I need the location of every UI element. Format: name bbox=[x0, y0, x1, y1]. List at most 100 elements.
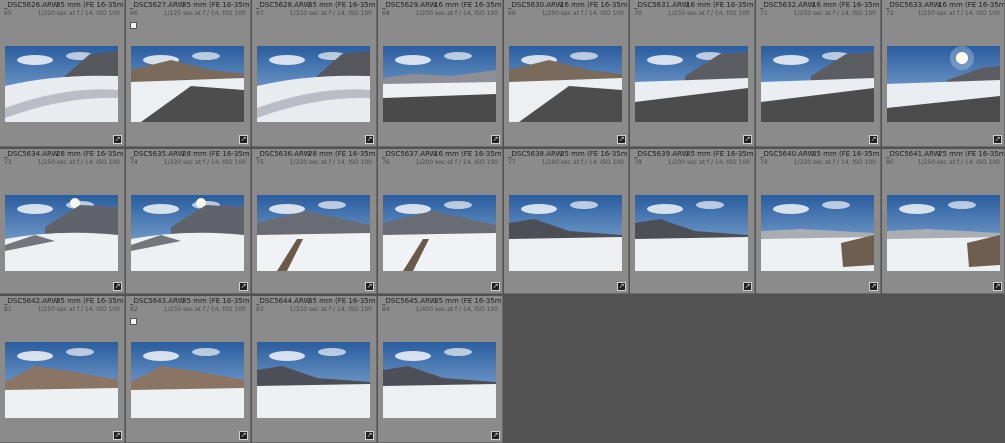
lens-label: 35 mm (FE 16-35mm... bbox=[308, 1, 376, 9]
flag-icon[interactable] bbox=[130, 318, 137, 325]
filename-label: _DSC5642.ARW bbox=[4, 297, 59, 305]
index-number: 66 bbox=[130, 10, 138, 17]
thumbnail-cell[interactable]: _DSC5631.ARW 16 mm (FE 16-35mm... 70 1/2… bbox=[630, 0, 755, 147]
filename-label: _DSC5637.ARW bbox=[382, 150, 437, 158]
photo-thumbnail[interactable] bbox=[887, 46, 1000, 122]
thumbnail-cell[interactable]: _DSC5638.ARW 35 mm (FE 16-35mm... 77 1/2… bbox=[504, 149, 629, 294]
photo-thumbnail[interactable] bbox=[5, 195, 118, 271]
exposure-label: 1/250 sec at f / 14, ISO 100 bbox=[37, 159, 120, 166]
edit-badge-icon[interactable]: ↗ bbox=[743, 282, 752, 291]
thumbnail-cell[interactable]: _DSC5645.ARW 35 mm (FE 16-35mm... 84 1/4… bbox=[378, 296, 503, 443]
edit-badge-icon[interactable]: ↗ bbox=[239, 431, 248, 440]
photo-thumbnail[interactable] bbox=[5, 342, 118, 418]
edit-badge-icon[interactable]: ↗ bbox=[365, 135, 374, 144]
edit-badge-icon[interactable]: ↗ bbox=[491, 135, 500, 144]
filename-label: _DSC5644.ARW bbox=[256, 297, 311, 305]
lens-label: 16 mm (FE 16-35mm... bbox=[686, 1, 754, 9]
thumbnail-grid: _DSC5626.ARW 35 mm (FE 16-35mm... 65 1/3… bbox=[0, 0, 1005, 443]
thumbnail-cell[interactable]: _DSC5634.ARW 28 mm (FE 16-35mm... 73 1/2… bbox=[0, 149, 125, 294]
edit-badge-icon[interactable]: ↗ bbox=[869, 282, 878, 291]
index-number: 68 bbox=[382, 10, 390, 17]
exposure-label: 1/200 sec at f / 14, ISO 100 bbox=[541, 10, 624, 17]
edit-badge-icon[interactable]: ↗ bbox=[113, 135, 122, 144]
edit-badge-icon[interactable]: ↗ bbox=[239, 282, 248, 291]
exposure-label: 1/200 sec at f / 14, ISO 100 bbox=[415, 159, 498, 166]
photo-thumbnail[interactable] bbox=[383, 46, 496, 122]
edit-badge-icon[interactable]: ↗ bbox=[617, 135, 626, 144]
exposure-label: 1/320 sec at f / 14, ISO 100 bbox=[289, 306, 372, 313]
index-number: 71 bbox=[760, 10, 768, 17]
edit-badge-icon[interactable]: ↗ bbox=[365, 431, 374, 440]
thumbnail-cell[interactable]: _DSC5643.ARW 35 mm (FE 16-35mm... 82 1/2… bbox=[126, 296, 251, 443]
thumbnail-cell[interactable]: _DSC5635.ARW 28 mm (FE 16-35mm... 74 1/3… bbox=[126, 149, 251, 294]
thumbnail-cell[interactable]: _DSC5640.ARW 35 mm (FE 16-35mm... 79 1/3… bbox=[756, 149, 881, 294]
lens-label: 16 mm (FE 16-35mm... bbox=[812, 1, 880, 9]
photo-thumbnail[interactable] bbox=[383, 342, 496, 418]
edit-badge-icon[interactable]: ↗ bbox=[993, 282, 1002, 291]
photo-thumbnail[interactable] bbox=[761, 195, 874, 271]
photo-thumbnail[interactable] bbox=[635, 195, 748, 271]
thumbnail-cell[interactable]: _DSC5628.ARW 35 mm (FE 16-35mm... 67 1/3… bbox=[252, 0, 377, 147]
edit-badge-icon[interactable]: ↗ bbox=[491, 282, 500, 291]
edit-badge-icon[interactable]: ↗ bbox=[491, 431, 500, 440]
index-number: 78 bbox=[634, 159, 642, 166]
thumbnail-cell[interactable]: _DSC5636.ARW 28 mm (FE 16-35mm... 75 1/3… bbox=[252, 149, 377, 294]
edit-badge-icon[interactable]: ↗ bbox=[239, 135, 248, 144]
edit-badge-icon[interactable]: ↗ bbox=[993, 135, 1002, 144]
edit-badge-icon[interactable]: ↗ bbox=[113, 431, 122, 440]
exposure-label: 1/250 sec at f / 14, ISO 100 bbox=[917, 159, 1000, 166]
photo-thumbnail[interactable] bbox=[257, 195, 370, 271]
filename-label: _DSC5638.ARW bbox=[508, 150, 563, 158]
photo-thumbnail[interactable] bbox=[761, 46, 874, 122]
index-number: 70 bbox=[634, 10, 642, 17]
thumbnail-cell[interactable]: _DSC5629.ARW 16 mm (FE 16-35mm... 68 1/2… bbox=[378, 0, 503, 147]
photo-thumbnail[interactable] bbox=[257, 342, 370, 418]
photo-thumbnail[interactable] bbox=[131, 46, 244, 122]
photo-thumbnail[interactable] bbox=[383, 195, 496, 271]
photo-thumbnail[interactable] bbox=[257, 46, 370, 122]
filename-label: _DSC5634.ARW bbox=[4, 150, 59, 158]
thumbnail-cell[interactable]: _DSC5630.ARW 16 mm (FE 16-35mm... 69 1/2… bbox=[504, 0, 629, 147]
index-number: 74 bbox=[130, 159, 138, 166]
thumbnail-cell[interactable]: _DSC5627.ARW 35 mm (FE 16-35mm... 66 1/1… bbox=[126, 0, 251, 147]
filename-label: _DSC5636.ARW bbox=[256, 150, 311, 158]
lens-label: 25 mm (FE 16-35mm... bbox=[938, 150, 1005, 158]
filename-label: _DSC5639.ARW bbox=[634, 150, 689, 158]
thumbnail-cell[interactable]: _DSC5642.ARW 35 mm (FE 16-35mm... 81 1/2… bbox=[0, 296, 125, 443]
photo-thumbnail[interactable] bbox=[635, 46, 748, 122]
flag-icon[interactable] bbox=[130, 22, 137, 29]
edit-badge-icon[interactable]: ↗ bbox=[113, 282, 122, 291]
exposure-label: 1/320 sec at f / 14, ISO 100 bbox=[289, 159, 372, 166]
lens-label: 35 mm (FE 16-35mm... bbox=[182, 1, 250, 9]
index-number: 80 bbox=[886, 159, 894, 166]
filename-label: _DSC5635.ARW bbox=[130, 150, 185, 158]
edit-badge-icon[interactable]: ↗ bbox=[617, 282, 626, 291]
thumbnail-cell[interactable]: _DSC5626.ARW 35 mm (FE 16-35mm... 65 1/3… bbox=[0, 0, 125, 147]
exposure-label: 1/320 sec at f / 14, ISO 100 bbox=[37, 10, 120, 17]
edit-badge-icon[interactable]: ↗ bbox=[365, 282, 374, 291]
photo-thumbnail[interactable] bbox=[5, 46, 118, 122]
filename-label: _DSC5633.ARW bbox=[886, 1, 941, 9]
thumbnail-cell[interactable]: _DSC5639.ARW 35 mm (FE 16-35mm... 78 1/2… bbox=[630, 149, 755, 294]
thumbnail-cell[interactable]: _DSC5641.ARW 25 mm (FE 16-35mm... 80 1/2… bbox=[882, 149, 1005, 294]
filename-label: _DSC5645.ARW bbox=[382, 297, 437, 305]
thumbnail-cell[interactable]: _DSC5644.ARW 35 mm (FE 16-35mm... 83 1/3… bbox=[252, 296, 377, 443]
lens-label: 28 mm (FE 16-35mm... bbox=[182, 150, 250, 158]
lens-label: 35 mm (FE 16-35mm... bbox=[182, 297, 250, 305]
photo-thumbnail[interactable] bbox=[887, 195, 1000, 271]
index-number: 72 bbox=[886, 10, 894, 17]
edit-badge-icon[interactable]: ↗ bbox=[743, 135, 752, 144]
photo-thumbnail[interactable] bbox=[509, 195, 622, 271]
index-number: 77 bbox=[508, 159, 516, 166]
lens-label: 28 mm (FE 16-35mm... bbox=[56, 150, 124, 158]
filename-label: _DSC5628.ARW bbox=[256, 1, 311, 9]
photo-thumbnail[interactable] bbox=[509, 46, 622, 122]
thumbnail-cell[interactable]: _DSC5633.ARW 16 mm (FE 16-35mm... 72 1/2… bbox=[882, 0, 1005, 147]
exposure-label: 1/250 sec at f / 14, ISO 100 bbox=[667, 10, 750, 17]
photo-thumbnail[interactable] bbox=[131, 195, 244, 271]
filename-label: _DSC5631.ARW bbox=[634, 1, 689, 9]
thumbnail-cell[interactable]: _DSC5632.ARW 16 mm (FE 16-35mm... 71 1/2… bbox=[756, 0, 881, 147]
photo-thumbnail[interactable] bbox=[131, 342, 244, 418]
edit-badge-icon[interactable]: ↗ bbox=[869, 135, 878, 144]
thumbnail-cell[interactable]: _DSC5637.ARW 16 mm (FE 16-35mm... 76 1/2… bbox=[378, 149, 503, 294]
